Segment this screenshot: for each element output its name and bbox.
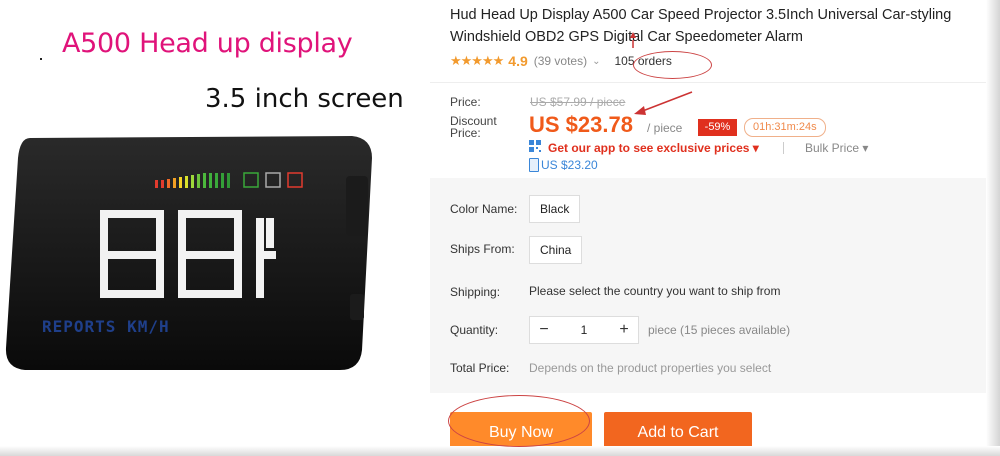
app-promo-link[interactable]: Get our app to see exclusive prices ▾ xyxy=(548,141,759,155)
hud-bottom-text: REPORTS KM/H xyxy=(42,317,170,336)
shipping-label: Shipping: xyxy=(450,285,501,299)
shipping-text: Please select the country you want to sh… xyxy=(529,284,781,298)
device-side-port xyxy=(350,294,364,320)
product-info: Hud Head Up Display A500 Car Speed Proje… xyxy=(430,0,990,456)
quantity-label: Quantity: xyxy=(450,323,499,337)
quantity-availability: piece (15 pieces available) xyxy=(648,323,791,337)
bulk-price-label: Bulk Price xyxy=(805,141,860,155)
quantity-decrease-button[interactable]: − xyxy=(530,321,558,339)
screenshot-frame: A500 Head up display 3.5 inch screen REP… xyxy=(0,0,1000,456)
arrow-head-price xyxy=(634,106,646,115)
product-image: A500 Head up display 3.5 inch screen REP… xyxy=(0,0,440,456)
annotation-circle-buy-now xyxy=(448,395,590,447)
ships-from-option-china[interactable]: China xyxy=(529,236,583,264)
image-subheading: 3.5 inch screen xyxy=(205,84,404,114)
color-option-black[interactable]: Black xyxy=(529,195,581,223)
image-heading: A500 Head up display xyxy=(62,28,353,59)
add-to-cart-button[interactable]: Add to Cart xyxy=(604,412,752,456)
bulk-price-dropdown[interactable]: Bulk Price ▾ xyxy=(805,141,868,155)
arrow-to-price xyxy=(639,91,693,113)
quantity-increase-button[interactable]: + xyxy=(610,321,638,339)
arrow-head-title xyxy=(630,32,636,38)
phone-icon xyxy=(529,158,539,172)
quantity-input[interactable]: 1 xyxy=(558,323,610,337)
app-promo-text: Get our app to see exclusive prices xyxy=(548,141,750,155)
qr-code-icon xyxy=(529,140,541,152)
image-dot xyxy=(40,58,42,60)
vertical-divider xyxy=(783,142,784,154)
total-price-label: Total Price: xyxy=(450,361,510,375)
hud-device-illustration: REPORTS KM/H xyxy=(5,136,372,370)
device-side-button xyxy=(346,176,368,236)
total-price-text: Depends on the product properties you se… xyxy=(529,361,772,375)
app-price: US $23.20 xyxy=(541,158,598,172)
color-name-label: Color Name: xyxy=(450,202,518,216)
quantity-stepper: − 1 + xyxy=(529,316,639,344)
ships-from-label: Ships From: xyxy=(450,242,515,256)
